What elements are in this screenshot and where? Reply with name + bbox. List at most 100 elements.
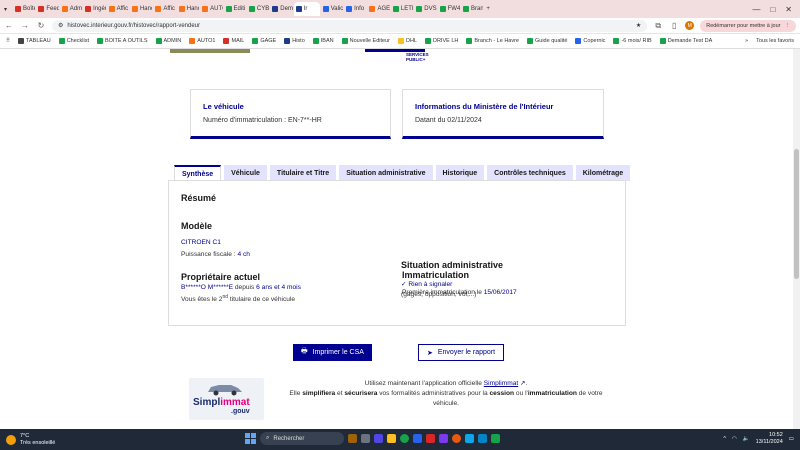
simplimmat-link[interactable]: Simplimmat bbox=[484, 380, 518, 387]
app-icon[interactable] bbox=[439, 434, 448, 443]
bookmarks-overflow-button[interactable]: » bbox=[745, 38, 748, 44]
browser-tab[interactable]: DVSI bbox=[414, 2, 437, 16]
bookmark-item[interactable]: Copernic bbox=[575, 38, 605, 44]
bookmark-item[interactable]: Histo bbox=[284, 38, 305, 44]
browser-tab[interactable]: Hano bbox=[177, 2, 199, 16]
browser-tab[interactable]: Ir bbox=[293, 2, 320, 16]
browser-tab[interactable]: Affic bbox=[153, 2, 175, 16]
extensions-icon[interactable]: ⧉ bbox=[653, 21, 663, 31]
browser-tab[interactable]: Affic bbox=[107, 2, 129, 16]
browser-tab[interactable]: FW4 bbox=[438, 2, 460, 16]
bookmark-item[interactable]: GAGE bbox=[252, 38, 276, 44]
teams-icon[interactable] bbox=[374, 434, 383, 443]
forward-icon[interactable]: → bbox=[20, 21, 30, 30]
bookmark-item[interactable]: ADMIN bbox=[155, 38, 182, 44]
browser-tab[interactable]: Valic bbox=[321, 2, 343, 16]
tab-search-icon[interactable]: ▾ bbox=[2, 2, 12, 16]
notification-icon[interactable]: ▭ bbox=[789, 436, 794, 443]
bookmark-item[interactable]: Guide qualité bbox=[527, 38, 567, 44]
scrollbar-thumb[interactable] bbox=[794, 149, 799, 279]
browser-tab[interactable]: Feedl bbox=[36, 2, 59, 16]
bookmark-item[interactable]: DRIVE LH bbox=[424, 38, 459, 44]
browser-tab[interactable]: Info bbox=[344, 2, 366, 16]
bookmark-label: Demande Test DA bbox=[667, 38, 713, 44]
new-tab-button[interactable]: + bbox=[484, 2, 494, 16]
url-bar[interactable]: ⚙ histovec.interieur.gouv.fr/histovec/ra… bbox=[52, 19, 648, 32]
bookmark-item[interactable]: DHL bbox=[397, 38, 417, 44]
minimize-button[interactable]: — bbox=[752, 5, 760, 14]
search-placeholder: Rechercher bbox=[273, 435, 305, 442]
bookmark-item[interactable]: MAIL bbox=[223, 38, 244, 44]
browser-tab[interactable]: LETI bbox=[391, 2, 413, 16]
skype-icon[interactable] bbox=[465, 434, 474, 443]
browser-tab[interactable]: AUTC bbox=[200, 2, 223, 16]
page-scrollbar[interactable] bbox=[793, 49, 800, 429]
tab-label: AUTC bbox=[210, 6, 223, 12]
browser-tab[interactable]: CYBI bbox=[247, 2, 269, 16]
bookmark-item[interactable]: Nouvelle Editeur bbox=[341, 38, 390, 44]
bookmark-label: AUTO1 bbox=[197, 38, 216, 44]
clock[interactable]: 10:52 13/11/2024 bbox=[756, 432, 783, 446]
send-report-button[interactable]: ➤ Envoyer le rapport bbox=[418, 344, 505, 361]
windows-start-icon[interactable] bbox=[245, 433, 256, 444]
tab-label: Admi bbox=[69, 6, 83, 12]
bookmark-label: Branch - Le Havre bbox=[474, 38, 519, 44]
bookmark-label: -6 mois/ RIB bbox=[621, 38, 652, 44]
bookmark-item[interactable]: Checklist bbox=[58, 38, 89, 44]
app-icon[interactable] bbox=[413, 434, 422, 443]
taskbar-search[interactable]: ⌕ Rechercher bbox=[260, 432, 344, 445]
site-info-icon[interactable]: ⚙ bbox=[58, 22, 63, 29]
tab-favicon-icon bbox=[248, 6, 255, 12]
more-menu-icon[interactable]: ⋮ bbox=[785, 23, 791, 29]
browser-tab[interactable]: Boîte bbox=[13, 2, 35, 16]
bookmark-item[interactable]: -6 mois/ RIB bbox=[613, 38, 652, 44]
app-icon[interactable] bbox=[491, 434, 500, 443]
browser-tab[interactable]: Bran bbox=[461, 2, 483, 16]
acrobat-icon[interactable] bbox=[426, 434, 435, 443]
chrome-icon[interactable] bbox=[400, 434, 409, 443]
volume-icon[interactable]: 🔈 bbox=[743, 436, 750, 443]
browser-tab[interactable]: Admi bbox=[60, 2, 82, 16]
maximize-button[interactable]: □ bbox=[770, 5, 775, 14]
tab-favicon-icon bbox=[85, 6, 92, 12]
browser-tab[interactable]: Hano bbox=[130, 2, 152, 16]
sidebar-icon[interactable]: ▯ bbox=[669, 21, 679, 30]
print-csa-button[interactable]: 🖶 Imprimer le CSA bbox=[293, 344, 372, 361]
tab-label: DVSI bbox=[424, 6, 437, 12]
chevron-up-icon[interactable]: ^ bbox=[723, 436, 726, 443]
bookmark-item[interactable]: TABLEAU bbox=[18, 38, 51, 44]
all-bookmarks-button[interactable]: Tous les favoris bbox=[756, 38, 794, 44]
reload-icon[interactable]: ↻ bbox=[36, 21, 46, 30]
tab-label: Affic bbox=[163, 6, 175, 12]
search-icon: ⌕ bbox=[266, 435, 270, 441]
bookmark-star-icon[interactable]: ★ bbox=[636, 22, 641, 29]
browser-tab[interactable]: Ingér bbox=[83, 2, 106, 16]
profile-avatar[interactable]: M bbox=[685, 21, 695, 30]
file-explorer-icon[interactable] bbox=[387, 434, 396, 443]
bookmark-item[interactable]: AUTO1 bbox=[189, 38, 215, 44]
bookmark-item[interactable]: Branch - Le Havre bbox=[466, 38, 519, 44]
close-window-button[interactable]: ✕ bbox=[785, 5, 792, 14]
bookmark-label: ADMIN bbox=[163, 38, 182, 44]
bookmark-item[interactable]: IBAN bbox=[312, 38, 334, 44]
browser-tab[interactable]: Editi bbox=[224, 2, 246, 16]
back-icon[interactable]: ← bbox=[4, 21, 14, 30]
tab-favicon-icon bbox=[38, 6, 45, 12]
restart-to-update-button[interactable]: Redémarrer pour mettre à jour ⋮ bbox=[700, 19, 796, 32]
promo-line-1: Utilisez maintenant l'application offici… bbox=[276, 379, 616, 389]
browser-tab[interactable]: AGE bbox=[367, 2, 390, 16]
bookmark-item[interactable]: BOITE A OUTILS bbox=[97, 38, 148, 44]
firefox-icon[interactable] bbox=[452, 434, 461, 443]
temperature: 7°C bbox=[20, 432, 30, 439]
simplimmat-logo[interactable]: Simplimmat .gouv bbox=[189, 378, 264, 420]
bookmark-label: DRIVE LH bbox=[432, 38, 459, 44]
app-icon[interactable] bbox=[348, 434, 357, 443]
apps-grid-icon[interactable]: ⠿ bbox=[6, 38, 10, 44]
browser-tab-strip: ▾ Boîte Feedl Admi Ingér Affic Hano Affic Hano AU… bbox=[0, 0, 800, 18]
weather-widget[interactable]: 7°C Très ensoleillé bbox=[0, 433, 120, 447]
wifi-icon[interactable]: ◠ bbox=[732, 436, 737, 443]
outlook-icon[interactable] bbox=[478, 434, 487, 443]
browser-tab[interactable]: Dem bbox=[270, 2, 293, 16]
bookmark-item[interactable]: Demande Test DA bbox=[659, 38, 713, 44]
app-icon[interactable] bbox=[361, 434, 370, 443]
